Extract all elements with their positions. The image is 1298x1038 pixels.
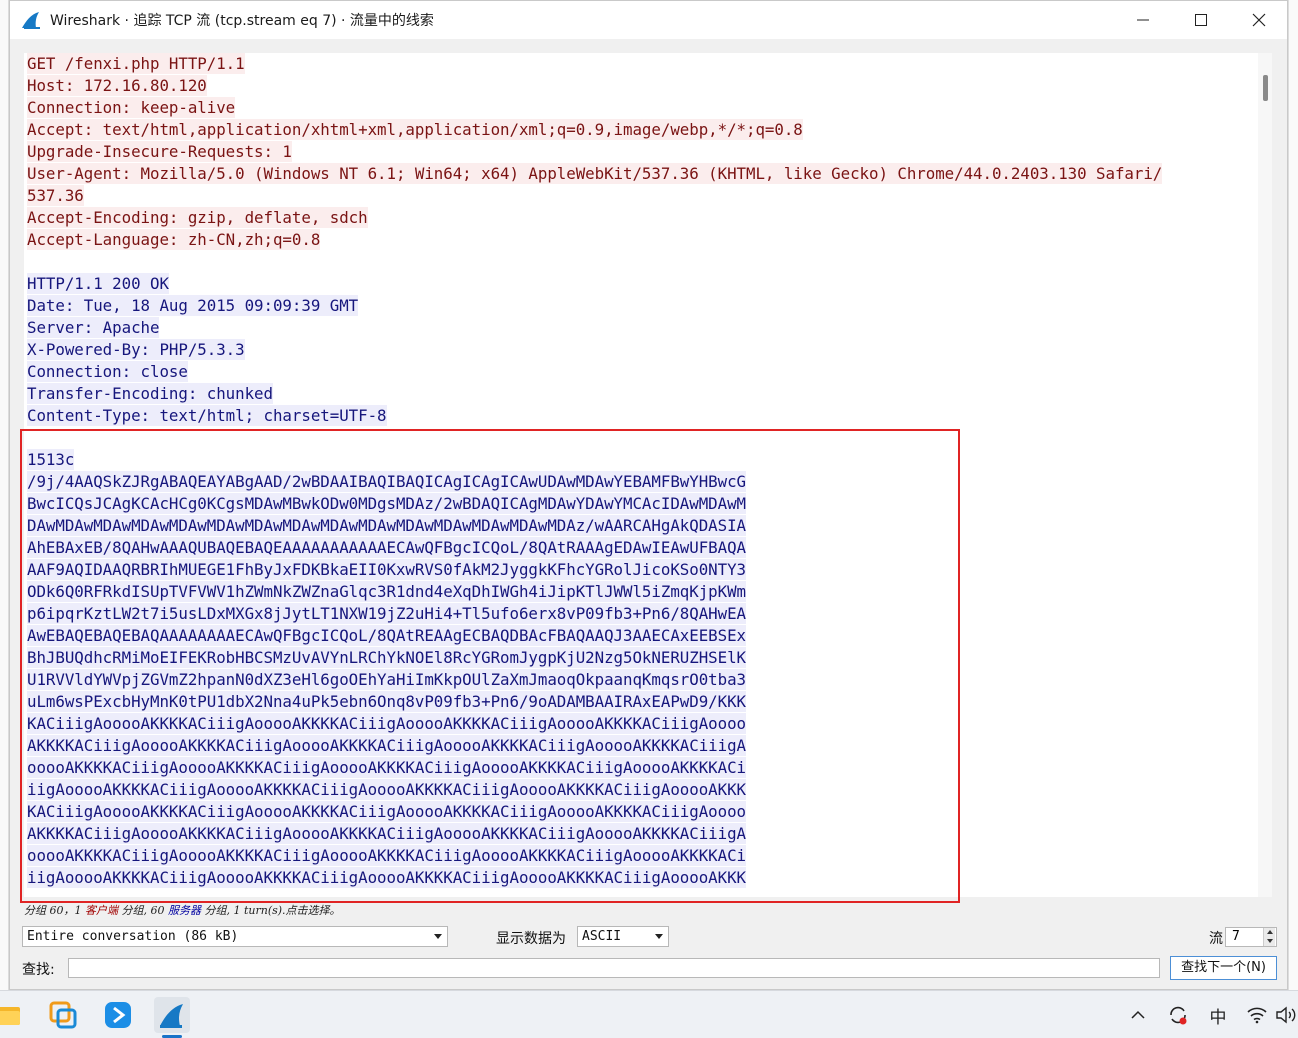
stream-line: Host: 172.16.80.120 xyxy=(27,75,207,96)
maximize-icon xyxy=(1195,14,1207,26)
stream-line: uLm6wsPExcbHyMnK0tPU1dbX2Nna4uPk5ebn6Onq… xyxy=(27,691,747,712)
follow-tcp-stream-window: Wireshark · 追踪 TCP 流 (tcp.stream eq 7) ·… xyxy=(9,0,1288,990)
stream-line: U1RVVldYWVpjZGVmZ2hpanN0dXZ3eHl6goOEhYaH… xyxy=(27,669,747,690)
stream-line: DAwMDAwMDAwMDAwMDAwMDAwMDAwMDAwMDAwMDAwM… xyxy=(27,515,747,536)
sync-icon[interactable] xyxy=(1166,1003,1190,1027)
stream-line: ODk6Q0RFRkdISUpTVFVWV1hZWmNkZWZnaGlqc3R1… xyxy=(27,581,747,602)
stream-line: Transfer-Encoding: chunked xyxy=(27,383,273,404)
stream-line: AKKKKACiiigAooooAKKKKACiiigAooooAKKKKACi… xyxy=(27,735,747,756)
stream-line: User-Agent: Mozilla/5.0 (Windows NT 6.1;… xyxy=(27,163,1163,184)
background-window-left-edge xyxy=(0,0,9,990)
stream-line: Accept: text/html,application/xhtml+xml,… xyxy=(27,119,803,140)
show-hidden-icons-chevron-icon[interactable] xyxy=(1128,1003,1148,1027)
background-window-right-edge xyxy=(1288,0,1298,990)
stream-line: Connection: keep-alive xyxy=(27,97,236,118)
stream-line: AKKKKACiiigAooooAKKKKACiiigAooooAKKKKACi… xyxy=(27,823,747,844)
vertical-scrollbar[interactable] xyxy=(1258,53,1272,897)
stream-line: /9j/4AAQSkZJRgABAQEAYABgAAD/2wBDAAIBAQIB… xyxy=(27,471,747,492)
dropdown-arrow-icon xyxy=(434,934,442,939)
client-label: 客户端 xyxy=(85,904,118,917)
wifi-icon[interactable] xyxy=(1244,1003,1270,1027)
stream-line: BhJBUQdhcRMiMoEIFEKRobHBCSMzUvAVYnLRChYk… xyxy=(27,647,747,668)
taskbar: 中 xyxy=(0,990,1298,1038)
find-input[interactable] xyxy=(68,958,1160,978)
scrollbar-thumb[interactable] xyxy=(1263,75,1268,101)
maximize-button[interactable] xyxy=(1172,1,1230,39)
stream-line: BwcICQsJCAgKCAcHCg0KCgsMDAwMBwkODw0MDgsM… xyxy=(27,493,747,514)
wireshark-fin-icon xyxy=(22,12,40,29)
stream-line: Server: Apache xyxy=(27,317,160,338)
close-button[interactable] xyxy=(1230,1,1288,39)
stream-line: X-Powered-By: PHP/5.3.3 xyxy=(27,339,245,360)
file-explorer-icon[interactable] xyxy=(0,997,26,1033)
stream-line: Accept-Encoding: gzip, deflate, sdch xyxy=(27,207,368,228)
stream-line: Date: Tue, 18 Aug 2015 09:09:39 GMT xyxy=(27,295,359,316)
stream-line: 1513c xyxy=(27,449,75,470)
title-bar: Wireshark · 追踪 TCP 流 (tcp.stream eq 7) ·… xyxy=(10,1,1287,39)
stream-line: AhEBAxEB/8QAHwAAAQUBAQEBAQEAAAAAAAAAAAEC… xyxy=(27,537,747,558)
stream-line: ooooAKKKKACiiigAooooAKKKKACiiigAooooAKKK… xyxy=(27,845,747,866)
stream-content-pane[interactable]: GET /fenxi.php HTTP/1.1 Host: 172.16.80.1… xyxy=(24,53,1258,897)
conversation-select[interactable]: Entire conversation (86 kB) xyxy=(22,926,448,947)
stream-line: Accept-Language: zh-CN,zh;q=0.8 xyxy=(27,229,321,250)
stream-line: GET /fenxi.php HTTP/1.1 xyxy=(27,53,245,74)
close-icon xyxy=(1252,13,1266,27)
stream-line: Content-Type: text/html; charset=UTF-8 xyxy=(27,405,387,426)
stream-line: 537.36 xyxy=(27,185,84,206)
wireshark-taskbar-icon[interactable] xyxy=(154,997,190,1033)
minimize-icon xyxy=(1137,19,1149,21)
dropdown-arrow-icon xyxy=(655,934,663,939)
stream-status-text: 分组 60，1 客户端 分组, 60 服务器 分组, 1 turn(s).点击选… xyxy=(24,904,341,917)
stream-line: iigAooooAKKKKACiiigAooooAKKKKACiiigAoooo… xyxy=(27,779,747,800)
stream-line: iigAooooAKKKKACiiigAooooAKKKKACiiigAoooo… xyxy=(27,867,747,888)
stream-line: HTTP/1.1 200 OK xyxy=(27,273,169,294)
server-label: 服务器 xyxy=(167,904,201,917)
find-next-button[interactable]: 查找下一个(N) xyxy=(1170,956,1277,980)
stream-line: p6ipqrKztLW2t7i5usLDxMXGx8jJytLT1NXW19jZ… xyxy=(27,603,747,624)
stream-number-spinbox[interactable]: 7 xyxy=(1225,927,1277,947)
minimize-button[interactable] xyxy=(1114,1,1172,39)
stream-line: KACiiigAooooAKKKKACiiigAooooAKKKKACiiigA… xyxy=(27,713,747,734)
app-windows-icon[interactable] xyxy=(45,997,81,1033)
show-as-select[interactable]: ASCII xyxy=(577,926,669,947)
stream-line: KACiiigAooooAKKKKACiiigAooooAKKKKACiiigA… xyxy=(27,801,747,822)
spin-down-icon[interactable] xyxy=(1263,937,1275,946)
ime-indicator[interactable]: 中 xyxy=(1206,1003,1230,1028)
stream-line: ooooAKKKKACiiigAooooAKKKKACiiigAooooAKKK… xyxy=(27,757,747,778)
find-label: 查找: xyxy=(22,962,55,978)
stream-line: Connection: close xyxy=(27,361,188,382)
stream-line: AwEBAQEBAQEBAQAAAAAAAAECAwQFBgcICQoL/8QA… xyxy=(27,625,747,646)
spin-up-icon[interactable] xyxy=(1263,928,1275,937)
window-title: Wireshark · 追踪 TCP 流 (tcp.stream eq 7) ·… xyxy=(50,13,434,29)
app-arrow-icon[interactable] xyxy=(100,997,136,1033)
show-as-label: 显示数据为 xyxy=(496,931,566,947)
stream-line: Upgrade-Insecure-Requests: 1 xyxy=(27,141,292,162)
volume-icon[interactable] xyxy=(1274,1003,1298,1027)
stream-label: 流 xyxy=(1209,931,1223,947)
stream-line: AAF9AQIDAAQRBRIhMUEGE1FhByJxFDKBkaEII0Kx… xyxy=(27,559,747,580)
